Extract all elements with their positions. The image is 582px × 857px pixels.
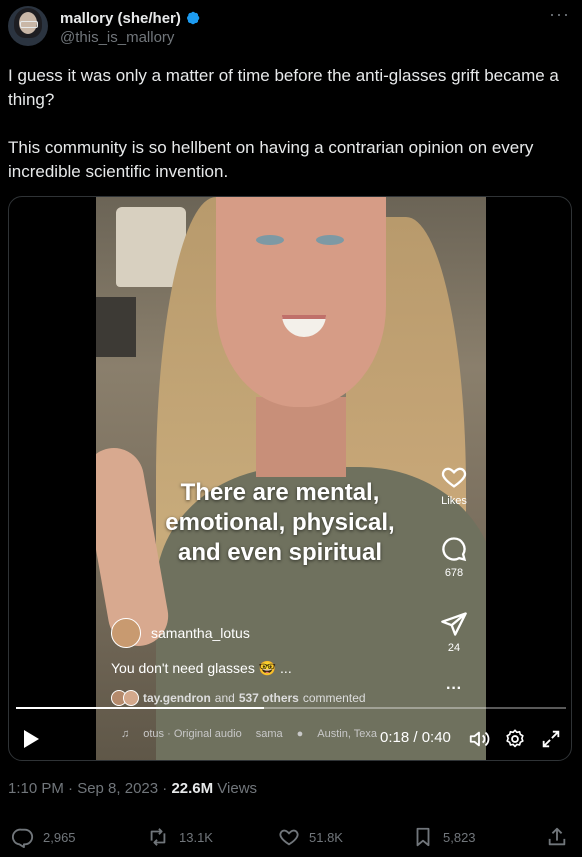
heart-icon xyxy=(279,829,299,846)
send-icon xyxy=(441,612,467,636)
verified-badge-icon xyxy=(186,11,200,25)
views-label: Views xyxy=(213,780,258,797)
author-avatar[interactable] xyxy=(8,6,48,46)
commenters-suffix: commented xyxy=(302,691,366,705)
comment-bubble-icon xyxy=(442,537,467,562)
location-pin-icon: ● xyxy=(296,728,304,740)
shares-count: 24 xyxy=(447,642,461,654)
video-time: 0:18 / 0:40 xyxy=(380,729,451,746)
commenter-name: tay.gendron xyxy=(143,691,211,705)
reply-count: 2,965 xyxy=(43,829,76,845)
comments-count: 678 xyxy=(444,567,464,579)
video-more-icon[interactable]: ··· xyxy=(428,680,480,698)
likes-label: Likes xyxy=(441,495,467,507)
author-name-row[interactable]: mallory (she/her) xyxy=(60,9,202,27)
audio-text: otus · Original audio xyxy=(143,728,242,740)
bookmark-button[interactable]: 5,823 xyxy=(412,826,476,848)
audio-user: sama xyxy=(255,728,283,740)
bookmark-count: 5,823 xyxy=(443,829,476,845)
more-options-icon[interactable]: ··· xyxy=(549,4,570,25)
commenters-count: 537 others xyxy=(238,691,299,705)
repost-button[interactable]: 13.1K xyxy=(146,826,213,848)
audio-info: ♫ otus · Original audio sama ● Austin, T… xyxy=(121,728,377,740)
commenter-avatar xyxy=(123,690,139,706)
tweet-actions-bar: 2,965 13.1K 51.8K 5,823 xyxy=(0,826,582,854)
author-handle[interactable]: @this_is_mallory xyxy=(60,29,174,46)
bookmark-icon xyxy=(416,827,430,847)
reply-icon xyxy=(12,828,34,848)
video-controls: ♫ otus · Original audio sama ● Austin, T… xyxy=(8,722,572,758)
like-button[interactable]: 51.8K xyxy=(278,826,343,848)
tweet-meta: 1:10 PM · Sep 8, 2023 · 22.6M Views xyxy=(8,780,257,797)
commenters-mid-text: and xyxy=(214,691,235,705)
fullscreen-icon[interactable] xyxy=(540,728,562,750)
like-count: 51.8K xyxy=(309,829,343,845)
video-username[interactable]: samantha_lotus xyxy=(151,625,250,641)
tweet-text: I guess it was only a matter of time bef… xyxy=(8,66,559,181)
share-button[interactable] xyxy=(546,826,568,848)
music-note-icon: ♫ xyxy=(121,728,130,740)
repost-count: 13.1K xyxy=(179,829,213,845)
reply-button[interactable]: 2,965 xyxy=(12,826,76,848)
video-caption: There are mental, emotional, physical, a… xyxy=(165,479,395,566)
settings-gear-icon[interactable] xyxy=(504,728,526,750)
share-video-button[interactable]: 24 xyxy=(428,610,480,654)
location-text: Austin, Texa xyxy=(317,728,377,740)
tweet-timestamp[interactable]: 1:10 PM · Sep 8, 2023 · xyxy=(8,780,171,797)
video-description[interactable]: You don't need glasses 🤓 ... xyxy=(111,660,292,677)
volume-icon[interactable] xyxy=(468,728,490,750)
heart-icon xyxy=(441,467,467,488)
commenters-row[interactable]: tay.gendron and 537 others commented xyxy=(111,690,366,706)
video-progress-bar[interactable] xyxy=(16,707,566,709)
share-upload-icon xyxy=(548,827,566,846)
repost-icon xyxy=(150,828,166,846)
author-name[interactable]: mallory (she/her) xyxy=(60,10,181,27)
play-icon[interactable] xyxy=(22,729,40,749)
video-user-avatar[interactable] xyxy=(111,618,141,648)
like-video-button[interactable]: Likes xyxy=(428,463,480,507)
views-count: 22.6M xyxy=(171,780,214,797)
video-progress-fill xyxy=(16,707,264,709)
comments-video-button[interactable]: 678 xyxy=(428,535,480,579)
